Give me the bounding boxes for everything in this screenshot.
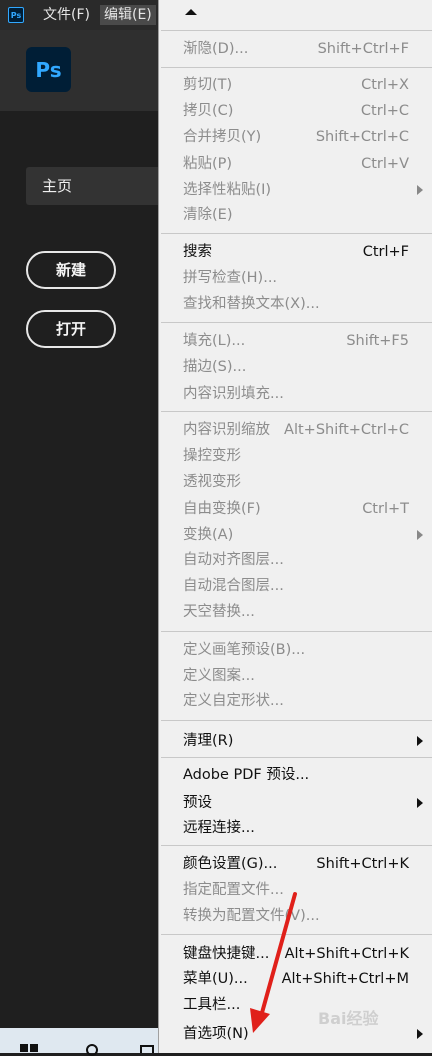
menu-item-define-pattern[interactable]: 定义图案... xyxy=(159,663,432,689)
menu-separator xyxy=(161,233,432,234)
windows-start-icon[interactable] xyxy=(20,1044,38,1053)
menu-item-define-brush[interactable]: 定义画笔预设(B)... xyxy=(159,637,432,663)
menu-item-label: 定义自定形状... xyxy=(183,693,284,709)
menu-item-label: 查找和替换文本(X)... xyxy=(183,296,320,312)
menu-item-label: 合并拷贝(Y) xyxy=(183,129,262,145)
menu-item-find-replace[interactable]: 查找和替换文本(X)... xyxy=(159,291,432,317)
menu-item-label: 远程连接... xyxy=(183,820,255,836)
menu-item-content-aware-fill[interactable]: 内容识别填充... xyxy=(159,381,432,407)
menu-item-label: Adobe PDF 预设... xyxy=(183,767,310,783)
menu-separator xyxy=(161,720,432,721)
menu-item-label: 拼写检查(H)... xyxy=(183,270,278,286)
menu-item-fill[interactable]: 填充(L)... Shift+F5 xyxy=(159,328,432,354)
menu-separator xyxy=(161,30,432,31)
menu-item-label: 填充(L)... xyxy=(183,333,246,349)
menu-edit[interactable]: 编辑(E) xyxy=(100,5,156,25)
new-button[interactable]: 新建 xyxy=(26,251,116,289)
menu-item-label: 工具栏... xyxy=(183,997,241,1013)
menu-item-label: 变换(A) xyxy=(183,527,234,543)
menu-item-label: 颜色设置(G)... xyxy=(183,856,278,872)
menu-item-label: 粘贴(P) xyxy=(183,156,233,172)
menu-item-color-settings[interactable]: 颜色设置(G)... Shift+Ctrl+K xyxy=(159,851,432,877)
submenu-arrow-icon xyxy=(417,798,423,808)
submenu-arrow-icon xyxy=(417,736,423,746)
menu-item-clear[interactable]: 清除(E) xyxy=(159,202,432,228)
scroll-up-arrow-icon[interactable] xyxy=(185,9,197,15)
menu-item-copy-merged[interactable]: 合并拷贝(Y) Shift+Ctrl+C xyxy=(159,124,432,150)
menu-item-shortcut: Shift+Ctrl+K xyxy=(316,856,409,872)
menu-item-label: 渐隐(D)... xyxy=(183,41,249,57)
menu-item-spell-check[interactable]: 拼写检查(H)... xyxy=(159,265,432,291)
menu-item-label: 操控变形 xyxy=(183,448,241,464)
menu-file[interactable]: 文件(F) xyxy=(39,5,94,25)
menu-item-label: 描边(S)... xyxy=(183,359,247,375)
menu-item-label: 内容识别填充... xyxy=(183,386,284,402)
menu-item-presets[interactable]: 预设 xyxy=(159,790,432,816)
menu-separator xyxy=(161,67,432,68)
red-annotation-arrow-icon xyxy=(250,892,297,1033)
menu-item-label: 天空替换... xyxy=(183,604,255,620)
menu-item-label: 自动对齐图层... xyxy=(183,552,284,568)
menu-separator xyxy=(161,631,432,632)
menu-item-label: 自动混合图层... xyxy=(183,578,284,594)
menu-item-shortcut: Ctrl+F xyxy=(362,244,409,260)
menu-item-fade[interactable]: 渐隐(D)... Shift+Ctrl+F xyxy=(159,36,432,62)
menu-item-shortcut: Shift+F5 xyxy=(346,333,409,349)
photoshop-logo: Ps xyxy=(26,47,71,92)
menu-item-shortcut: Shift+Ctrl+C xyxy=(315,129,409,145)
menu-item-stroke[interactable]: 描边(S)... xyxy=(159,354,432,380)
menu-item-label: 预设 xyxy=(183,795,212,811)
menu-item-paste[interactable]: 粘贴(P) Ctrl+V xyxy=(159,151,432,177)
menu-item-free-transform[interactable]: 自由变换(F) Ctrl+T xyxy=(159,496,432,522)
menu-item-label: 拷贝(C) xyxy=(183,103,234,119)
menu-item-copy[interactable]: 拷贝(C) Ctrl+C xyxy=(159,98,432,124)
menu-item-label: 清理(R) xyxy=(183,733,234,749)
menu-item-shortcut: Ctrl+C xyxy=(360,103,409,119)
menu-item-auto-blend[interactable]: 自动混合图层... xyxy=(159,573,432,599)
menu-item-label: 定义画笔预设(B)... xyxy=(183,642,306,658)
menu-item-label: 自由变换(F) xyxy=(183,501,261,517)
photoshop-app-icon[interactable]: Ps xyxy=(8,7,24,23)
watermark: Bai经验 xyxy=(318,1009,379,1028)
menu-separator xyxy=(161,411,432,412)
submenu-arrow-icon xyxy=(417,185,423,195)
menu-item-search[interactable]: 搜索 Ctrl+F xyxy=(159,239,432,265)
task-view-icon[interactable] xyxy=(140,1045,154,1053)
menu-item-transform[interactable]: 变换(A) xyxy=(159,522,432,548)
menu-item-sky-replace[interactable]: 天空替换... xyxy=(159,599,432,625)
nav-home[interactable]: 主页 xyxy=(26,167,176,205)
menu-item-label: 剪切(T) xyxy=(183,77,233,93)
taskbar xyxy=(0,1028,160,1056)
menu-separator xyxy=(161,845,432,846)
menu-item-label: 选择性粘贴(I) xyxy=(183,182,272,198)
menu-item-shortcut: Shift+Ctrl+F xyxy=(317,41,409,57)
submenu-arrow-icon xyxy=(417,1029,423,1039)
menu-item-label: 清除(E) xyxy=(183,207,233,223)
menu-item-cut[interactable]: 剪切(T) Ctrl+X xyxy=(159,72,432,98)
menu-item-content-aware-scale[interactable]: 内容识别缩放 Alt+Shift+Ctrl+C xyxy=(159,417,432,443)
open-button[interactable]: 打开 xyxy=(26,310,116,348)
menu-item-paste-special[interactable]: 选择性粘贴(I) xyxy=(159,177,432,203)
submenu-arrow-icon xyxy=(417,530,423,540)
menu-item-pdf-presets[interactable]: Adobe PDF 预设... xyxy=(159,762,432,788)
menu-item-auto-align[interactable]: 自动对齐图层... xyxy=(159,547,432,573)
menu-separator xyxy=(161,757,432,758)
menu-item-shortcut: Ctrl+X xyxy=(361,77,409,93)
menu-item-label: 定义图案... xyxy=(183,668,255,684)
menu-item-label: 搜索 xyxy=(183,244,212,260)
search-icon[interactable] xyxy=(86,1044,98,1056)
menu-item-define-shape[interactable]: 定义自定形状... xyxy=(159,688,432,714)
menu-item-label: 首选项(N) xyxy=(183,1026,249,1042)
menu-item-shortcut: Ctrl+V xyxy=(361,156,409,172)
menu-item-shortcut: Ctrl+T xyxy=(362,501,409,517)
menu-item-shortcut: Alt+Shift+Ctrl+C xyxy=(284,422,409,438)
menu-item-label: 内容识别缩放 xyxy=(183,422,270,438)
menu-item-label: 透视变形 xyxy=(183,474,241,490)
menu-separator xyxy=(161,322,432,323)
menu-item-remote[interactable]: 远程连接... xyxy=(159,815,432,841)
menu-item-perspective-warp[interactable]: 透视变形 xyxy=(159,469,432,495)
menu-item-label: 菜单(U)... xyxy=(183,971,248,987)
menu-item-purge[interactable]: 清理(R) xyxy=(159,728,432,754)
menu-item-puppet-warp[interactable]: 操控变形 xyxy=(159,443,432,469)
